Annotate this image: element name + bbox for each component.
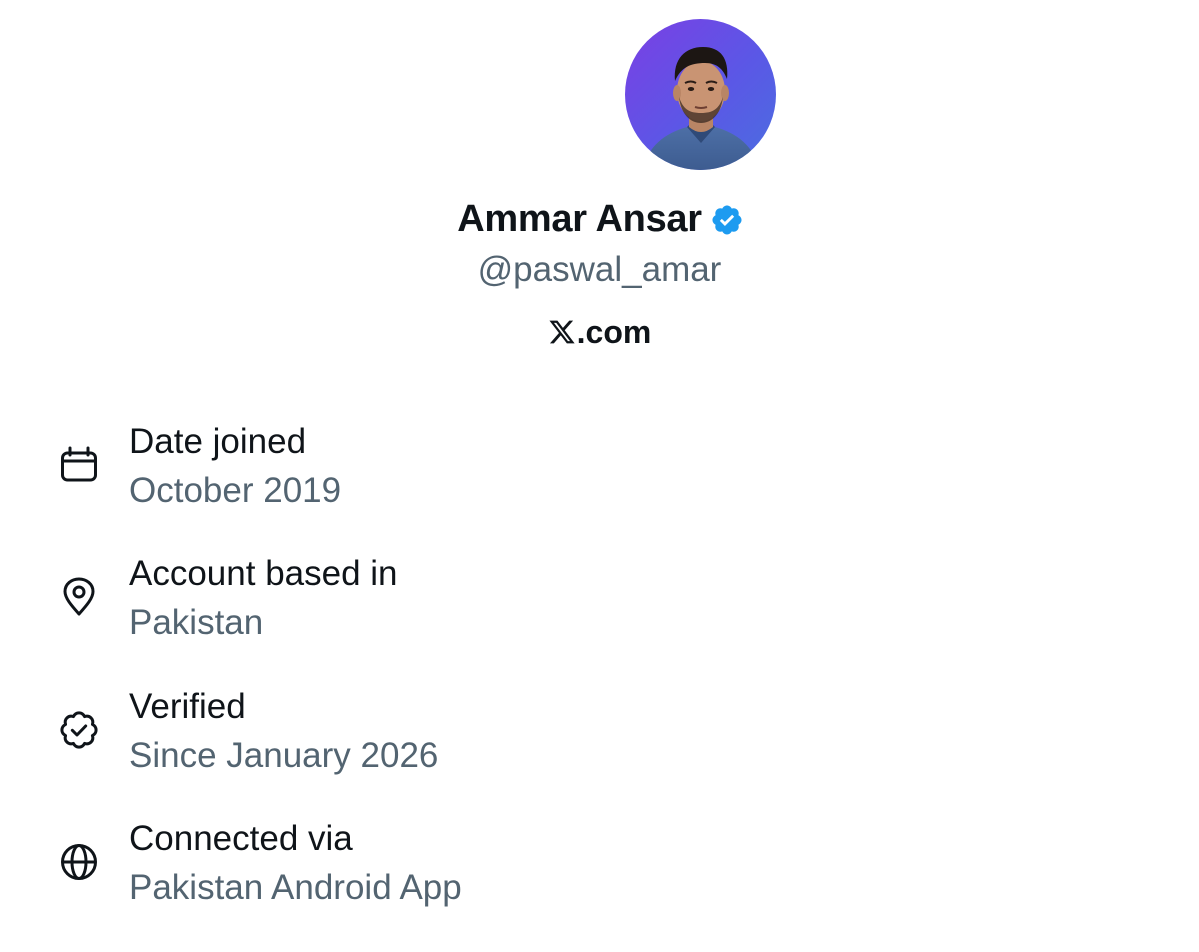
name-row: Ammar Ansar <box>0 196 1199 242</box>
calendar-icon <box>61 446 97 482</box>
info-row-connected-via: Connected via Pakistan Android App <box>0 817 1199 927</box>
info-row-date-joined: Date joined October 2019 <box>0 420 1199 530</box>
info-value: October 2019 <box>129 471 342 510</box>
globe-icon <box>61 844 97 880</box>
website-link[interactable]: .com <box>0 312 1199 352</box>
info-value: Pakistan Android App <box>129 868 462 907</box>
info-label: Account based in <box>129 554 398 593</box>
info-value: Pakistan <box>129 603 264 642</box>
x-logo-icon <box>549 320 575 344</box>
verified-badge-icon[interactable] <box>710 203 744 237</box>
info-row-verified: Verified Since January 2026 <box>0 685 1199 795</box>
info-row-account-based-in: Account based in Pakistan <box>0 552 1199 662</box>
display-name: Ammar Ansar <box>457 198 702 240</box>
avatar[interactable] <box>625 19 776 170</box>
info-label: Verified <box>129 687 246 726</box>
verified-check-icon <box>60 711 98 749</box>
info-label: Date joined <box>129 422 307 461</box>
avatar-photo <box>643 47 759 170</box>
info-value: Since January 2026 <box>129 736 439 775</box>
info-label: Connected via <box>129 819 353 858</box>
handle: @paswal_amar <box>477 250 722 289</box>
website-text: .com <box>576 314 652 350</box>
location-pin-icon <box>63 577 95 616</box>
